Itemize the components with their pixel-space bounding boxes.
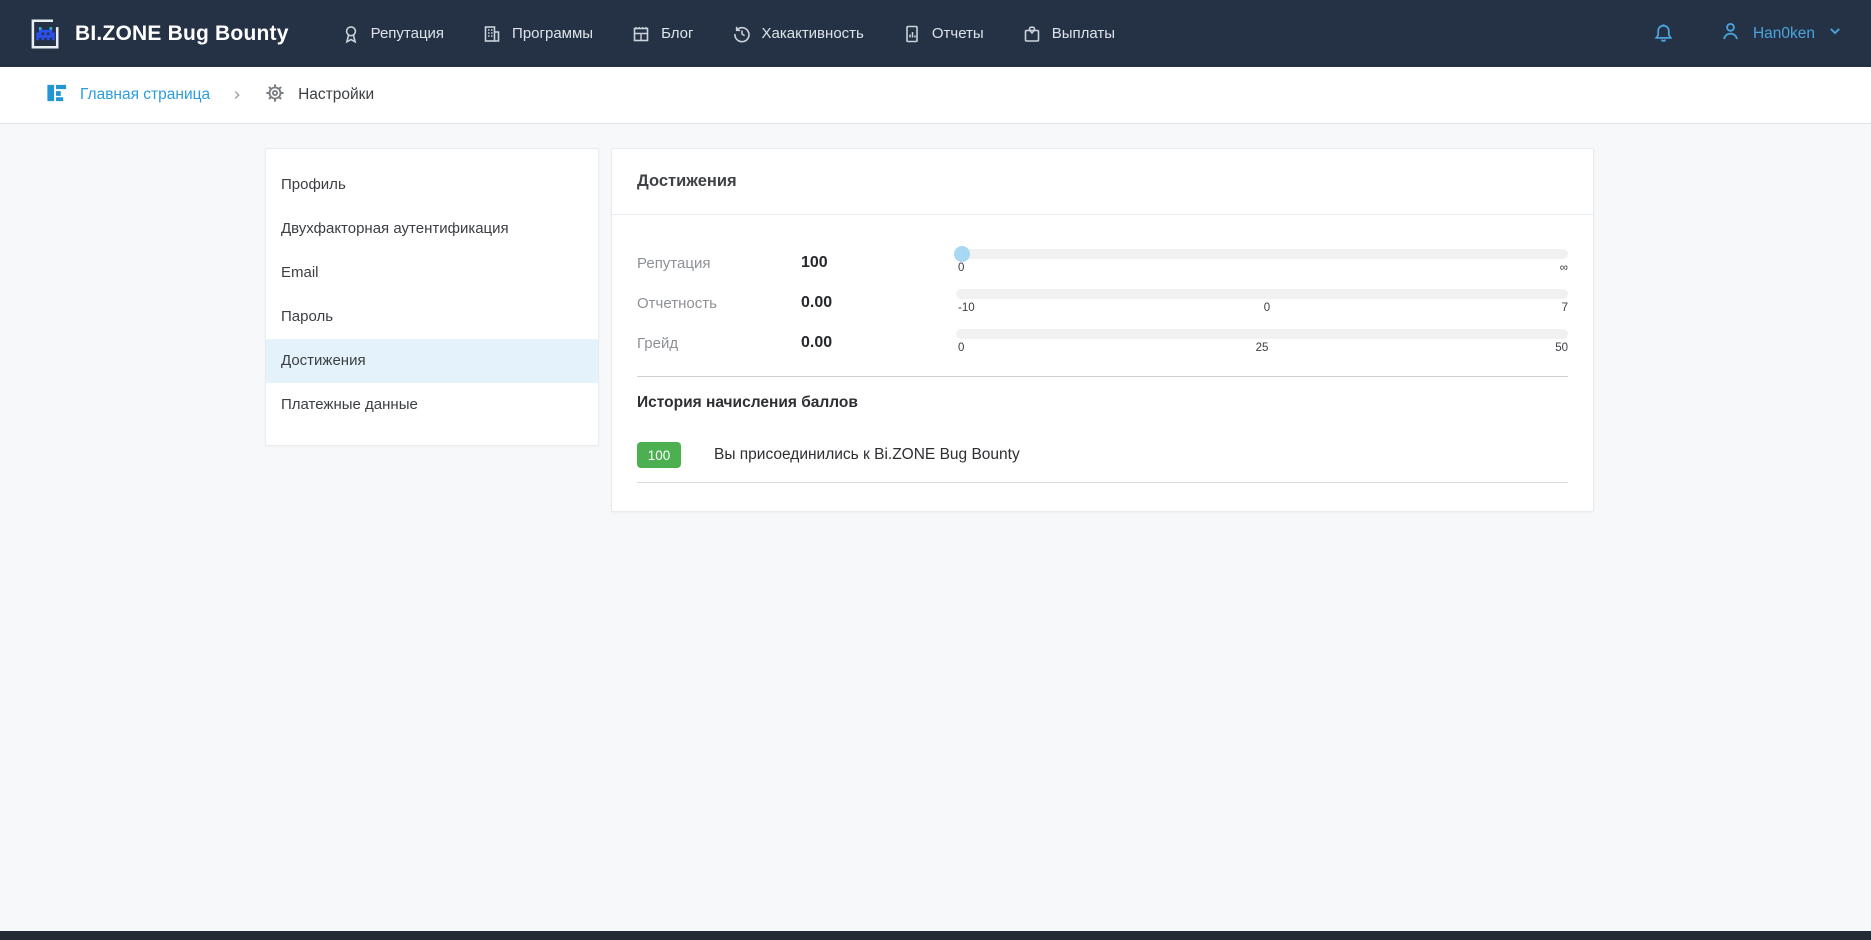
brand-title: BI.ZONE Bug Bounty (75, 22, 289, 46)
report-icon (902, 24, 922, 44)
scale-mid-label: 25 (1256, 342, 1269, 354)
reputation-slider[interactable]: 0 ∞ (956, 249, 1568, 277)
main-nav: Репутация Программы Блог (341, 24, 1115, 44)
metric-value: 0.00 (801, 334, 956, 352)
metric-value: 100 (801, 254, 956, 272)
metric-row-reporting: Отчетность 0.00 -10 0 7 (637, 283, 1568, 323)
sidebar-item-password[interactable]: Пароль (266, 295, 598, 339)
breadcrumb-separator-icon (230, 88, 244, 102)
metric-row-grade: Грейд 0.00 0 25 50 (637, 323, 1568, 363)
person-icon (1718, 19, 1743, 49)
card-body: Репутация 100 0 ∞ Отчетность 0.00 -10 0 (612, 215, 1593, 511)
medal-icon (341, 24, 361, 44)
points-badge: 100 (637, 442, 681, 468)
scale-min-label: -10 (958, 302, 975, 314)
scale-mid-label: 0 (1264, 302, 1270, 314)
history-icon (732, 24, 752, 44)
achievements-card: Достижения Репутация 100 0 ∞ Отчетность … (611, 148, 1594, 512)
scale-max-label: 50 (1555, 342, 1568, 354)
nav-item-label: Репутация (371, 25, 444, 42)
slider-track (956, 329, 1568, 339)
nav-item-reports[interactable]: Отчеты (902, 24, 984, 44)
history-entry: 100 Вы присоединились к Bi.ZONE Bug Boun… (637, 442, 1568, 483)
metric-value: 0.00 (801, 294, 956, 312)
slider-track (956, 289, 1568, 299)
breadcrumb: Главная страница Настройки (0, 67, 1871, 124)
breadcrumb-current: Настройки (264, 82, 374, 109)
breadcrumb-current-label: Настройки (298, 86, 374, 104)
notifications-bell-icon[interactable] (1651, 21, 1676, 46)
section-divider (637, 376, 1568, 377)
bizone-logo-icon (26, 16, 62, 52)
metric-label: Отчетность (637, 295, 801, 312)
scale-max-label: 7 (1562, 302, 1568, 314)
sidebar-item-email[interactable]: Email (266, 251, 598, 295)
nav-item-label: Отчеты (932, 25, 984, 42)
card-title: Достижения (637, 172, 737, 191)
slider-scale: -10 0 7 (956, 302, 1568, 317)
history-entry-text: Вы присоединились к Bi.ZONE Bug Bounty (714, 446, 1020, 464)
brand-home-link[interactable]: BI.ZONE Bug Bounty (26, 16, 289, 52)
nav-item-hacktivity[interactable]: Хакактивность (732, 24, 864, 44)
grade-slider[interactable]: 0 25 50 (956, 329, 1568, 357)
sidebar-item-profile[interactable]: Профиль (266, 163, 598, 207)
nav-item-label: Блог (661, 25, 693, 42)
navbar-right: Han0ken (1651, 19, 1845, 49)
footer-edge (0, 931, 1871, 940)
building-icon (482, 24, 502, 44)
settings-sidebar: Профиль Двухфакторная аутентификация Ema… (265, 148, 599, 446)
scale-max-label: ∞ (1560, 262, 1568, 274)
sidebar-item-achievements[interactable]: Достижения (266, 339, 598, 383)
dashboard-grid-icon (45, 81, 68, 109)
sidebar-item-payment-details[interactable]: Платежные данные (266, 383, 598, 427)
nav-item-blog[interactable]: Блог (631, 24, 693, 44)
nav-item-reputation[interactable]: Репутация (341, 24, 444, 44)
scale-min-label: 0 (958, 342, 964, 354)
metric-label: Репутация (637, 255, 801, 272)
nav-item-label: Выплаты (1052, 25, 1115, 42)
breadcrumb-home-link[interactable]: Главная страница (45, 81, 210, 109)
scale-min-label: 0 (958, 262, 964, 274)
newspaper-icon (631, 24, 651, 44)
nav-item-payouts[interactable]: Выплаты (1022, 24, 1115, 44)
metric-label: Грейд (637, 335, 801, 352)
briefcase-icon (1022, 24, 1042, 44)
nav-item-label: Хакактивность (762, 25, 864, 42)
username: Han0ken (1753, 25, 1815, 43)
user-menu[interactable]: Han0ken (1718, 19, 1845, 49)
reporting-slider[interactable]: -10 0 7 (956, 289, 1568, 317)
chevron-down-icon (1825, 21, 1845, 46)
slider-scale: 0 25 50 (956, 342, 1568, 357)
gear-icon (264, 82, 286, 109)
metric-row-reputation: Репутация 100 0 ∞ (637, 243, 1568, 283)
slider-scale: 0 ∞ (956, 262, 1568, 277)
sidebar-item-two-factor[interactable]: Двухфакторная аутентификация (266, 207, 598, 251)
history-section-title: История начисления баллов (637, 394, 1568, 412)
slider-thumb[interactable] (954, 246, 970, 262)
nav-item-programs[interactable]: Программы (482, 24, 593, 44)
slider-track (956, 249, 1568, 259)
top-navbar: BI.ZONE Bug Bounty Репутация Программы (0, 0, 1871, 67)
nav-item-label: Программы (512, 25, 593, 42)
card-header: Достижения (612, 149, 1593, 215)
breadcrumb-home-label: Главная страница (80, 86, 210, 104)
